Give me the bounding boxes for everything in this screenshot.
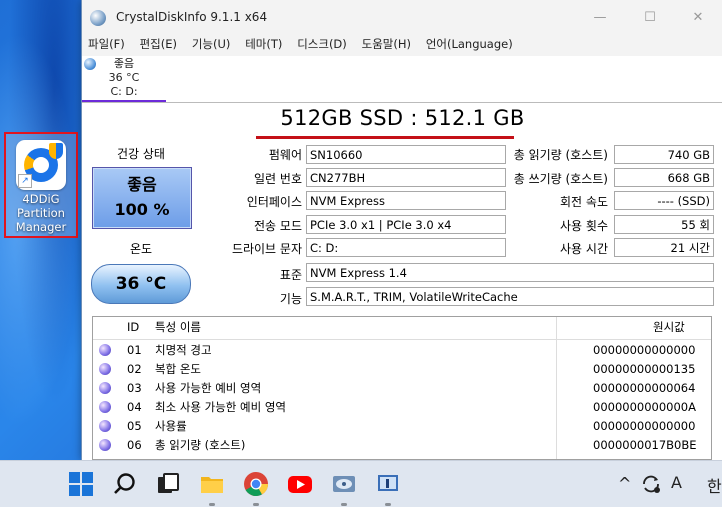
header-id[interactable]: ID	[127, 317, 139, 337]
show-hidden-icons-chevron[interactable]: ^	[618, 474, 631, 493]
menu-help[interactable]: 도움말(H)	[362, 36, 411, 52]
total-reads-label: 총 읽기량 (호스트)	[513, 148, 608, 162]
firmware-label: 펌웨어	[268, 148, 302, 162]
menu-disk[interactable]: 디스크(D)	[297, 36, 347, 52]
row-raw: 00000000000000	[593, 343, 696, 357]
power-on-count-label: 사용 횟수	[560, 219, 608, 233]
row-id: 06	[127, 438, 142, 452]
table-row[interactable]: 03 사용 가능한 예비 영역 00000000000064	[93, 378, 711, 397]
app-icon	[90, 10, 106, 26]
row-name: 최소 사용 가능한 예비 영역	[155, 400, 287, 414]
total-writes-value: 668 GB	[614, 168, 714, 187]
row-name: 총 읽기량 (호스트)	[155, 438, 246, 452]
disk-tab-status: 좋음	[113, 57, 135, 70]
disk-tab-drive: C: D:	[110, 85, 138, 98]
total-reads-value: 740 GB	[614, 145, 714, 164]
header-raw-value[interactable]: 원시값	[653, 317, 685, 337]
status-dot-icon	[99, 420, 111, 432]
disk-tab[interactable]: 좋음 36 °C C: D:	[82, 56, 166, 102]
table-row[interactable]: 06 총 읽기량 (호스트) 0000000017B0BE	[93, 435, 711, 454]
rotation-rate-value: ---- (SSD)	[614, 191, 714, 210]
row-id: 03	[127, 381, 142, 395]
status-dot-icon	[99, 363, 111, 375]
menu-file[interactable]: 파일(F)	[88, 36, 125, 52]
row-raw: 0000000000000A	[593, 400, 696, 414]
file-explorer-icon[interactable]	[199, 471, 225, 497]
menu-language[interactable]: 언어(Language)	[426, 36, 513, 52]
total-writes-label: 총 쓰기량 (호스트)	[513, 172, 608, 186]
interface-value: NVM Express	[306, 191, 506, 210]
table-row[interactable]: 01 치명적 경고 00000000000000	[93, 340, 711, 359]
row-raw: 0000000017B0BE	[593, 438, 697, 452]
status-dot-icon	[99, 382, 111, 394]
power-on-hours-label: 사용 시간	[560, 242, 608, 256]
disk-tab-strip: 좋음 36 °C C: D:	[82, 56, 722, 103]
start-icon[interactable]	[68, 471, 94, 497]
input-language[interactable]: 한	[707, 473, 722, 497]
smart-attributes-table[interactable]: ID 특성 이름 원시값 01 치명적 경고 00000000000000 02…	[92, 316, 712, 460]
features-label: 기능	[279, 292, 302, 306]
interface-label: 인터페이스	[246, 195, 302, 209]
row-name: 사용률	[155, 419, 187, 433]
power-on-count-value: 55 회	[614, 215, 714, 234]
desktop-shortcut-4ddig[interactable]: ↗ 4DDiG Partition Manager	[4, 132, 78, 238]
status-dot-icon	[99, 439, 111, 451]
ime-mode[interactable]: A	[671, 473, 682, 492]
minimize-button[interactable]: —	[578, 4, 622, 32]
row-id: 04	[127, 400, 142, 414]
window-title: CrystalDiskInfo 9.1.1 x64	[116, 10, 268, 24]
task-view-icon[interactable]	[155, 471, 181, 497]
header-attribute-name[interactable]: 특성 이름	[155, 317, 201, 337]
crystaldiskinfo-icon[interactable]	[331, 471, 357, 497]
menu-edit[interactable]: 편집(E)	[140, 36, 177, 52]
shortcut-label: 4DDiG Partition Manager	[15, 192, 67, 234]
search-icon[interactable]	[112, 471, 138, 497]
row-name: 사용 가능한 예비 영역	[155, 381, 262, 395]
row-id: 05	[127, 419, 142, 433]
serial-value: CN277BH	[306, 168, 506, 187]
transfer-mode-value: PCIe 3.0 x1 | PCIe 3.0 x4	[306, 215, 506, 234]
menu-function[interactable]: 기능(U)	[192, 36, 231, 52]
standard-value: NVM Express 1.4	[306, 263, 714, 282]
status-dot-icon	[99, 401, 111, 413]
row-id: 02	[127, 362, 142, 376]
sync-icon[interactable]	[640, 473, 662, 495]
red-underline-annotation	[256, 136, 514, 139]
taskbar: ^ A 한	[0, 460, 722, 507]
row-raw: 00000000000000	[593, 419, 696, 433]
row-raw: 00000000000135	[593, 362, 696, 376]
maximize-button[interactable]: ☐	[628, 4, 672, 32]
row-raw: 00000000000064	[593, 381, 696, 395]
drive-letter-label: 드라이브 문자	[231, 242, 302, 256]
crystaldiskinfo-window: CrystalDiskInfo 9.1.1 x64 — ☐ ✕ 파일(F) 편집…	[81, 0, 722, 460]
menu-theme[interactable]: 테마(T)	[245, 36, 282, 52]
transfer-mode-label: 전송 모드	[254, 219, 302, 233]
power-on-hours-value: 21 시간	[614, 238, 714, 257]
table-header: ID 특성 이름 원시값	[93, 317, 711, 340]
close-button[interactable]: ✕	[676, 4, 720, 32]
status-dot-icon	[99, 344, 111, 356]
disk-tab-temp: 36 °C	[108, 71, 140, 84]
rotation-rate-label: 회전 속도	[560, 195, 608, 209]
features-value: S.M.A.R.T., TRIM, VolatileWriteCache	[306, 287, 714, 306]
standard-label: 표준	[279, 268, 302, 282]
app-icon[interactable]	[375, 471, 401, 497]
table-row[interactable]: 02 복합 온도 00000000000135	[93, 359, 711, 378]
4ddig-app-icon: ↗	[16, 140, 66, 190]
table-row[interactable]: 05 사용률 00000000000000	[93, 416, 711, 435]
youtube-icon[interactable]	[287, 471, 313, 497]
disk-model-title: 512GB SSD : 512.1 GB	[280, 106, 525, 130]
serial-label: 일련 번호	[254, 172, 302, 186]
firmware-value: SN10660	[306, 145, 506, 164]
menu-bar: 파일(F) 편집(E) 기능(U) 테마(T) 디스크(D) 도움말(H) 언어…	[82, 36, 722, 56]
chrome-icon[interactable]	[243, 471, 269, 497]
drive-letter-value: C: D:	[306, 238, 506, 257]
title-bar[interactable]: CrystalDiskInfo 9.1.1 x64 — ☐ ✕	[82, 0, 722, 36]
row-name: 복합 온도	[155, 362, 201, 376]
row-name: 치명적 경고	[155, 343, 212, 357]
row-id: 01	[127, 343, 142, 357]
table-row[interactable]: 04 최소 사용 가능한 예비 영역 0000000000000A	[93, 397, 711, 416]
